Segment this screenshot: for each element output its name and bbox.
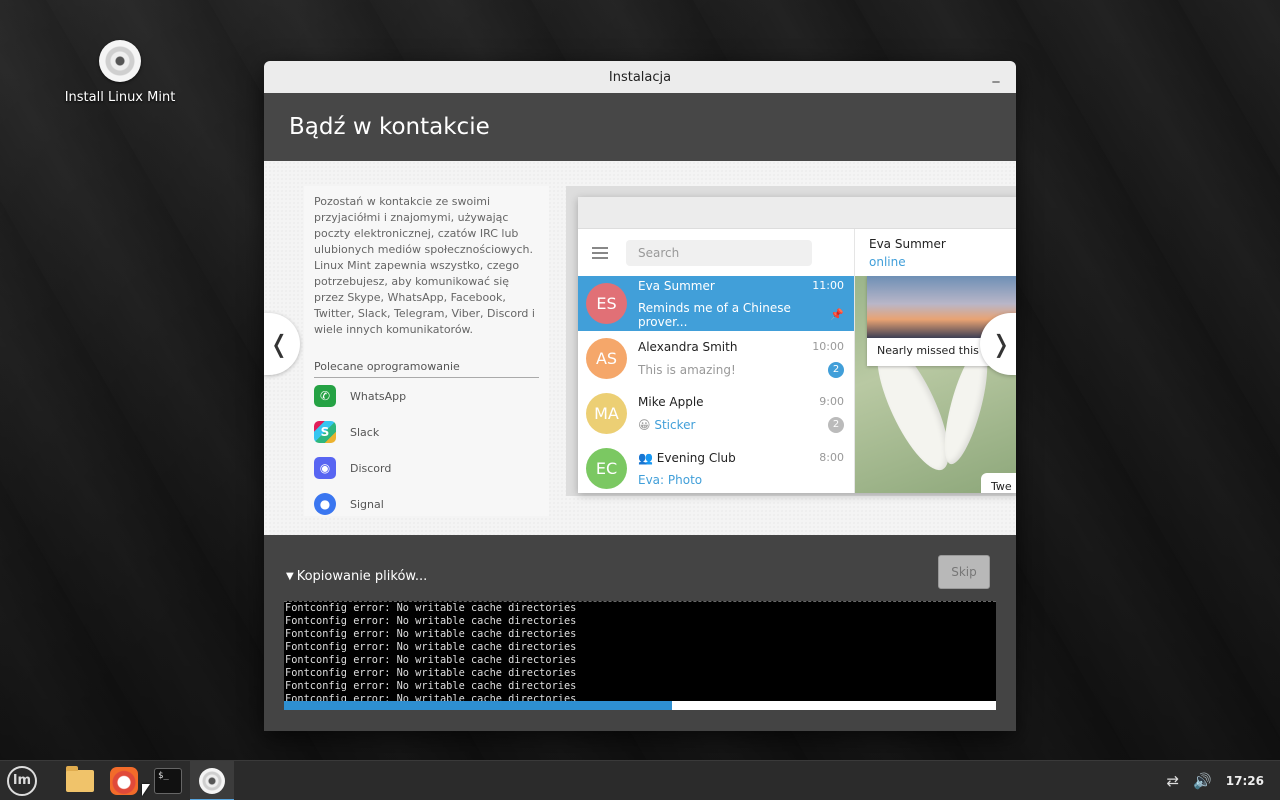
slide-header: Bądź w kontakcie xyxy=(264,93,1016,161)
mouse-cursor-icon xyxy=(142,784,150,796)
signal-icon: ● xyxy=(314,493,336,515)
chat-preview: Reminds me of a Chinese prover... xyxy=(638,300,791,329)
chat-item: EC 👥 Evening Club 8:00 Eva: Photo xyxy=(578,441,854,493)
taskbar-firefox[interactable] xyxy=(102,761,146,800)
conversation-header: Eva Summer online xyxy=(855,229,1016,276)
unread-badge: 2 xyxy=(828,416,844,433)
slack-icon: S xyxy=(314,421,336,443)
chat-time: 8:00 xyxy=(819,450,844,464)
previous-slide-button[interactable]: ❬ xyxy=(264,313,300,375)
slide-title: Bądź w kontakcie xyxy=(289,114,490,140)
progress-section: ▼ Kopiowanie plików... Skip Fontconfig e… xyxy=(264,535,1016,731)
app-item-whatsapp: ✆ WhatsApp xyxy=(304,378,549,414)
log-line: Fontconfig error: No writable cache dire… xyxy=(285,602,577,614)
chat-preview: This is amazing! xyxy=(638,362,736,377)
avatar: ES xyxy=(586,283,627,324)
taskbar-installer[interactable] xyxy=(190,760,234,800)
telegram-mockup: Search ES Eva Summer 11:00 Reminds me of … xyxy=(578,197,1016,493)
group-icon: 👥 xyxy=(638,450,653,465)
install-progress-bar xyxy=(284,701,996,710)
chat-name: Evening Club xyxy=(656,450,736,465)
log-line: Fontconfig error: No writable cache dire… xyxy=(285,680,577,692)
telegram-titlebar xyxy=(578,197,1016,229)
chat-name: Mike Apple xyxy=(638,394,704,409)
pin-icon: 📌 xyxy=(830,308,844,321)
recommended-software-title: Polecane oprogramowanie xyxy=(314,360,539,378)
log-line: Fontconfig error: No writable cache dire… xyxy=(285,667,577,679)
clock[interactable]: 17:26 xyxy=(1226,774,1264,788)
telegram-chat-list: Search ES Eva Summer 11:00 Reminds me of … xyxy=(578,229,854,493)
app-label: WhatsApp xyxy=(350,389,407,403)
files-icon xyxy=(66,765,94,792)
disc-icon xyxy=(99,40,141,82)
desktop: Install Linux Mint Instalacja _ Bądź w k… xyxy=(0,0,1280,760)
chat-item: AS Alexandra Smith 10:00 This is amazing!… xyxy=(578,331,854,386)
firefox-icon xyxy=(110,766,138,795)
system-tray: ⇄ 🔊 17:26 xyxy=(1167,772,1280,790)
slideshow: Pozostań w kontakcie ze swoimi przyjació… xyxy=(264,161,1016,535)
emoji-icon: 😀 xyxy=(638,417,651,432)
menu-button[interactable]: lm xyxy=(0,761,44,800)
installer-icon xyxy=(199,767,225,794)
taskbar-files[interactable] xyxy=(58,761,102,800)
progress-fill xyxy=(284,701,673,710)
install-log[interactable]: Fontconfig error: No writable cache dire… xyxy=(284,601,996,705)
progress-status: Kopiowanie plików... xyxy=(296,569,428,584)
whatsapp-icon: ✆ xyxy=(314,385,336,407)
terminal-icon: $_ xyxy=(154,767,182,794)
telegram-search-row: Search xyxy=(578,229,854,276)
taskbar-terminal[interactable]: $_ xyxy=(146,761,190,800)
app-item-slack: S Slack xyxy=(304,414,549,450)
log-line: Fontconfig error: No writable cache dire… xyxy=(285,628,577,640)
taskbar: lm $_ ⇄ 🔊 17:26 xyxy=(0,760,1280,800)
chat-time: 9:00 xyxy=(819,394,844,408)
volume-icon[interactable]: 🔊 xyxy=(1193,772,1212,790)
desktop-icon-label: Install Linux Mint xyxy=(64,90,176,105)
chat-time: 10:00 xyxy=(812,339,844,353)
desktop-icon-install[interactable]: Install Linux Mint xyxy=(60,40,180,105)
avatar: AS xyxy=(586,338,627,379)
telegram-search-input: Search xyxy=(626,239,812,266)
skip-button[interactable]: Skip xyxy=(938,555,990,589)
avatar: MA xyxy=(586,393,627,434)
app-label: Slack xyxy=(350,425,380,439)
log-line: Fontconfig error: No writable cache dire… xyxy=(285,641,577,653)
message-bubble: Twe xyxy=(981,473,1016,493)
chat-preview: Sticker xyxy=(654,417,696,432)
installer-window: Instalacja _ Bądź w kontakcie Pozostań w… xyxy=(264,61,1016,731)
mint-menu-icon: lm xyxy=(7,765,37,796)
log-line: Fontconfig error: No writable cache dire… xyxy=(285,654,577,666)
hamburger-menu-icon xyxy=(592,246,610,259)
chat-name: Eva Summer xyxy=(638,278,715,293)
conversation-background: Nearly missed this s Twe xyxy=(855,276,1016,493)
chat-time: 11:00 xyxy=(812,278,844,292)
conversation-status: online xyxy=(869,255,906,269)
window-title: Instalacja xyxy=(608,69,672,85)
app-label: Discord xyxy=(350,461,392,475)
app-item-signal: ● Signal xyxy=(304,486,549,522)
conversation-name: Eva Summer xyxy=(869,237,946,251)
app-label: Signal xyxy=(350,497,384,511)
app-item-discord: ◉ Discord xyxy=(304,450,549,486)
unread-badge: 2 xyxy=(828,361,844,378)
details-expander[interactable]: ▼ Kopiowanie plików... xyxy=(286,569,427,584)
minimize-button[interactable]: _ xyxy=(988,67,1004,83)
chat-preview: Eva: Photo xyxy=(638,472,703,487)
discord-icon: ◉ xyxy=(314,457,336,479)
chat-item: ES Eva Summer 11:00 Reminds me of a Chine… xyxy=(578,276,854,331)
chat-name: Alexandra Smith xyxy=(638,339,738,354)
triangle-down-icon: ▼ xyxy=(286,571,294,582)
chat-item: MA Mike Apple 9:00 😀 Sticker 2 xyxy=(578,386,854,441)
log-line: Fontconfig error: No writable cache dire… xyxy=(285,615,577,627)
avatar: EC xyxy=(586,448,627,489)
slide-description: Pozostań w kontakcie ze swoimi przyjació… xyxy=(314,195,535,336)
network-icon[interactable]: ⇄ xyxy=(1167,772,1180,790)
window-titlebar[interactable]: Instalacja _ xyxy=(264,61,1016,93)
slide-text-panel: Pozostań w kontakcie ze swoimi przyjació… xyxy=(304,186,549,516)
